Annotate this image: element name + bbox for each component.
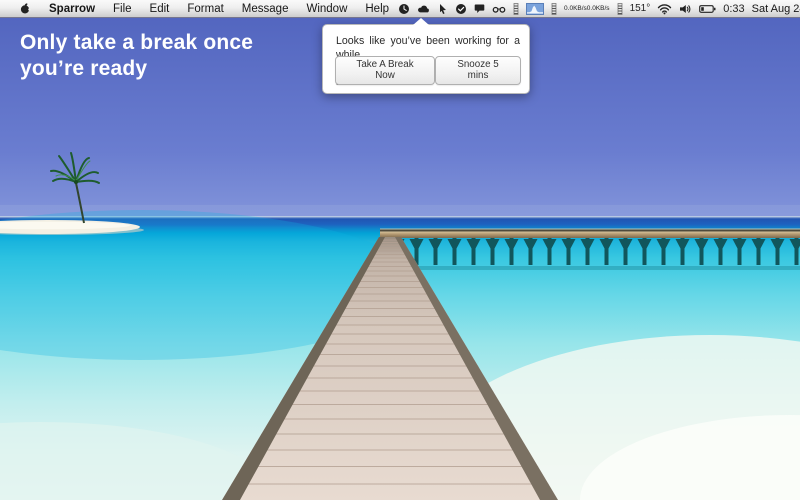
glasses-menu-extra[interactable]	[492, 0, 506, 17]
chat-menu-extra[interactable]	[474, 0, 485, 17]
network-down-value: 0.0KB/s	[587, 5, 610, 12]
menu-edit[interactable]: Edit	[141, 0, 179, 17]
network-up-value: 0.0KB/s	[564, 5, 587, 12]
menu-message[interactable]: Message	[233, 0, 298, 17]
battery-menu-extra[interactable]	[699, 0, 716, 17]
battery-time-readout[interactable]: 0:33	[723, 0, 744, 17]
menubar-clock[interactable]: Sat Aug 24 05:45 PM	[752, 0, 800, 17]
headline-line1: Only take a break once	[20, 30, 320, 56]
cursor-menu-extra[interactable]	[437, 0, 448, 17]
headline-line2: you’re ready	[20, 56, 320, 82]
pier	[380, 229, 800, 271]
take-break-now-button[interactable]: Take A Break Now	[335, 56, 435, 85]
menubar: Sparrow File Edit Format Message Window …	[0, 0, 800, 18]
gauge-icon	[551, 3, 557, 15]
cloud-icon	[417, 3, 430, 15]
menu-format[interactable]: Format	[178, 0, 232, 17]
popup-arrow	[413, 18, 429, 25]
apple-logo-icon	[19, 2, 31, 15]
chat-bubble-icon	[474, 3, 485, 15]
temperature-readout[interactable]: 151°	[630, 0, 651, 17]
wifi-menu-extra[interactable]	[657, 0, 672, 17]
cpu-histogram-widget[interactable]	[526, 0, 544, 17]
volume-icon	[679, 3, 692, 15]
gauge-menu-extra-1[interactable]	[513, 0, 519, 17]
break-reminder-popup: Looks like you’ve been working for a whi…	[322, 24, 530, 94]
break-timer-clock-icon	[398, 3, 410, 15]
menu-file[interactable]: File	[104, 0, 141, 17]
menu-sparrow[interactable]: Sparrow	[40, 0, 104, 17]
break-timer-menu-extra[interactable]	[398, 0, 410, 17]
gauge-icon	[513, 3, 519, 15]
network-speed-readout[interactable]: 0.0KB/s 0.0KB/s	[564, 0, 610, 17]
apple-menu[interactable]	[10, 0, 40, 17]
volume-menu-extra[interactable]	[679, 0, 692, 17]
glasses-icon	[492, 3, 506, 15]
cursor-icon	[437, 3, 448, 15]
checkmark-circle-icon	[455, 3, 467, 15]
gauge-icon	[617, 3, 623, 15]
menu-window[interactable]: Window	[297, 0, 356, 17]
snooze-button[interactable]: Snooze 5 mins	[435, 56, 521, 85]
desktop-headline: Only take a break once you’re ready	[20, 30, 320, 82]
menubar-status-area: 0.0KB/s 0.0KB/s 151°	[398, 0, 800, 17]
cpu-histogram-icon	[526, 3, 544, 15]
gauge-menu-extra-2[interactable]	[551, 0, 557, 17]
popup-buttons: Take A Break Now Snooze 5 mins	[335, 56, 521, 85]
check-menu-extra[interactable]	[455, 0, 467, 17]
cloud-menu-extra[interactable]	[417, 0, 430, 17]
gauge-menu-extra-3[interactable]	[617, 0, 623, 17]
battery-icon	[699, 3, 716, 15]
menubar-menus: Sparrow File Edit Format Message Window …	[0, 0, 398, 17]
wifi-icon	[657, 3, 672, 15]
menu-help[interactable]: Help	[356, 0, 398, 17]
